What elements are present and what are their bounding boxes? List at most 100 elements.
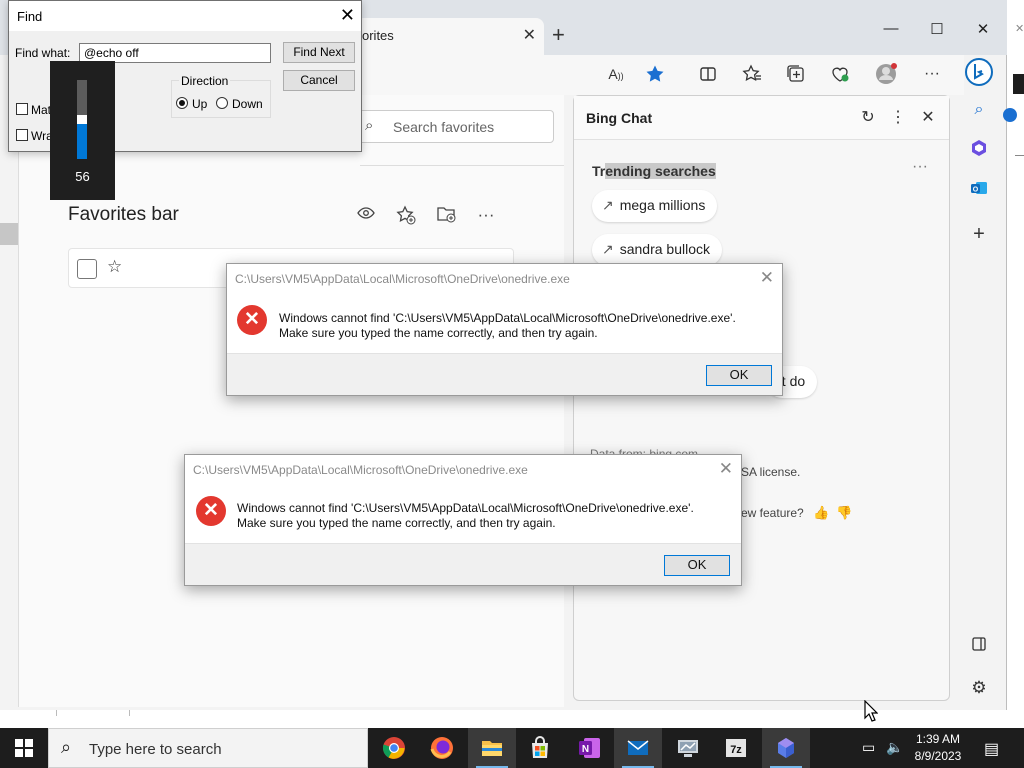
volume-muted-icon[interactable]: 🔈 — [886, 739, 903, 756]
more-vertical-icon[interactable]: ⋮ — [887, 107, 909, 127]
mail-icon[interactable] — [614, 728, 662, 768]
dialog-footer — [227, 353, 782, 395]
clock[interactable]: 1:39 AM 8/9/2023 — [905, 731, 971, 765]
network-tray-icon[interactable]: ▭ — [862, 739, 875, 756]
match-case-checkbox[interactable] — [16, 103, 28, 115]
add-folder-icon[interactable] — [434, 205, 458, 228]
collections-icon[interactable] — [782, 60, 810, 88]
new-tab-button[interactable]: + — [552, 22, 565, 48]
error-icon: ✕ — [196, 496, 226, 526]
thumbs-up-icon[interactable]: 👍 — [813, 505, 829, 521]
error-message-line2: Make sure you typed the name correctly, … — [279, 326, 598, 340]
up-label: Up — [192, 97, 208, 111]
find-what-input[interactable] — [79, 43, 271, 63]
add-favorite-icon[interactable] — [394, 205, 418, 230]
ok-button[interactable]: OK — [706, 365, 772, 386]
trending-arrow-icon: ↗ — [602, 197, 614, 213]
close-window-button[interactable]: ✕ — [960, 20, 1006, 38]
error-dialog: C:\Users\VM5\AppData\Local\Microsoft\One… — [226, 263, 783, 396]
bing-chat-pane — [573, 95, 950, 701]
wrap-around-checkbox[interactable] — [16, 129, 28, 141]
close-pane-icon[interactable]: ✕ — [917, 107, 939, 127]
cancel-button[interactable]: Cancel — [283, 70, 355, 91]
search-icon: ⌕ — [365, 117, 374, 134]
ok-button[interactable]: OK — [664, 555, 730, 576]
error-message: Windows cannot find 'C:\Users\VM5\AppDat… — [237, 501, 694, 531]
down-label: Down — [232, 97, 263, 111]
trending-arrow-icon: ↗ — [602, 241, 614, 257]
favorites-star-icon: ☆ — [107, 257, 123, 276]
trending-title-highlight: ending searches — [605, 163, 716, 179]
find-what-label: Find what: — [15, 46, 71, 60]
copilot-icon[interactable] — [762, 728, 810, 768]
profile-icon[interactable] — [872, 60, 900, 88]
settings-gear-icon[interactable]: ⚙ — [967, 676, 991, 700]
feedback-question: ew feature? — [741, 506, 804, 520]
refresh-icon[interactable]: ↻ — [857, 107, 879, 127]
dialog-close-icon[interactable]: ✕ — [719, 459, 733, 479]
maximize-button[interactable]: ☐ — [914, 20, 960, 38]
background-strip — [0, 223, 18, 245]
tab-title: orites — [362, 28, 394, 43]
down-radio[interactable] — [216, 97, 228, 109]
clock-time: 1:39 AM — [915, 732, 961, 746]
search-favorites-input[interactable]: ⌕ Search favorites — [358, 110, 554, 143]
outlook-icon[interactable]: O — [967, 179, 991, 203]
network-icon[interactable] — [664, 728, 712, 768]
office-icon[interactable] — [967, 139, 991, 163]
trending-chip[interactable]: ↗ mega millions — [592, 190, 718, 222]
bing-chat-title: Bing Chat — [586, 110, 653, 126]
browser-essentials-icon[interactable] — [826, 60, 854, 88]
add-sidebar-icon[interactable]: + — [967, 222, 991, 246]
more-icon[interactable]: ··· — [918, 60, 946, 88]
taskbar: ⌕ Type here to search N 7z ▭ 🔈 1:39 AM 8… — [0, 728, 1024, 768]
background-window-frame — [56, 710, 130, 716]
clock-date: 8/9/2023 — [914, 749, 962, 763]
tab-close-icon[interactable]: ✕ — [523, 25, 536, 45]
background-icon — [1013, 74, 1024, 94]
trending-chip[interactable]: ↗ sandra bullock — [592, 234, 723, 266]
chip-label: mega millions — [619, 197, 706, 213]
onenote-icon[interactable]: N — [566, 728, 614, 768]
thumbs-down-icon[interactable]: 👎 — [836, 505, 852, 521]
taskbar-search-placeholder: Type here to search — [89, 741, 222, 758]
dialog-close-icon[interactable]: ✕ — [760, 268, 774, 288]
find-close-icon[interactable]: ✕ — [340, 5, 355, 26]
trending-searches-title: Trending searches — [590, 162, 718, 180]
favorite-star-icon[interactable] — [641, 60, 669, 88]
volume-thumb[interactable] — [77, 115, 87, 124]
search-icon: ⌕ — [61, 737, 72, 757]
search-sidebar-icon[interactable]: ⌕ — [967, 98, 991, 122]
file-explorer-icon[interactable] — [468, 728, 516, 768]
svg-text:O: O — [973, 187, 979, 194]
browser-tab[interactable]: orites ✕ — [356, 18, 544, 55]
background-icon — [1003, 108, 1017, 122]
volume-osd: 56 — [50, 61, 115, 200]
split-screen-icon[interactable] — [694, 60, 722, 88]
7zip-icon[interactable]: 7z — [712, 728, 760, 768]
license-text: SA license. — [741, 465, 801, 479]
bing-copilot-icon[interactable] — [965, 58, 993, 86]
taskbar-search-box[interactable]: ⌕ Type here to search — [48, 728, 368, 768]
more-options-icon[interactable]: ··· — [474, 205, 498, 225]
minimize-button[interactable]: — — [868, 20, 914, 37]
find-next-button[interactable]: Find Next — [283, 42, 355, 63]
notifications-icon[interactable]: ▤ — [984, 739, 999, 759]
favorites-list-icon[interactable] — [738, 60, 766, 88]
chip-label: sandra bullock — [619, 241, 711, 257]
background-line — [1015, 155, 1024, 164]
firefox-icon[interactable] — [418, 728, 466, 768]
microsoft-store-icon[interactable] — [516, 728, 564, 768]
read-aloud-icon[interactable]: A)) — [602, 60, 630, 88]
trending-more-icon[interactable]: ··· — [912, 158, 928, 176]
dialog-footer — [185, 543, 741, 585]
up-radio[interactable] — [176, 97, 188, 109]
error-icon: ✕ — [237, 305, 267, 335]
sidebar-layout-icon[interactable] — [967, 636, 991, 660]
error-message-line1: Windows cannot find 'C:\Users\VM5\AppDat… — [279, 311, 736, 325]
chrome-icon[interactable] — [370, 728, 418, 768]
start-button[interactable] — [0, 728, 48, 768]
select-checkbox[interactable] — [77, 259, 97, 279]
eye-icon[interactable] — [354, 205, 378, 225]
search-favorites-placeholder: Search favorites — [393, 119, 495, 135]
